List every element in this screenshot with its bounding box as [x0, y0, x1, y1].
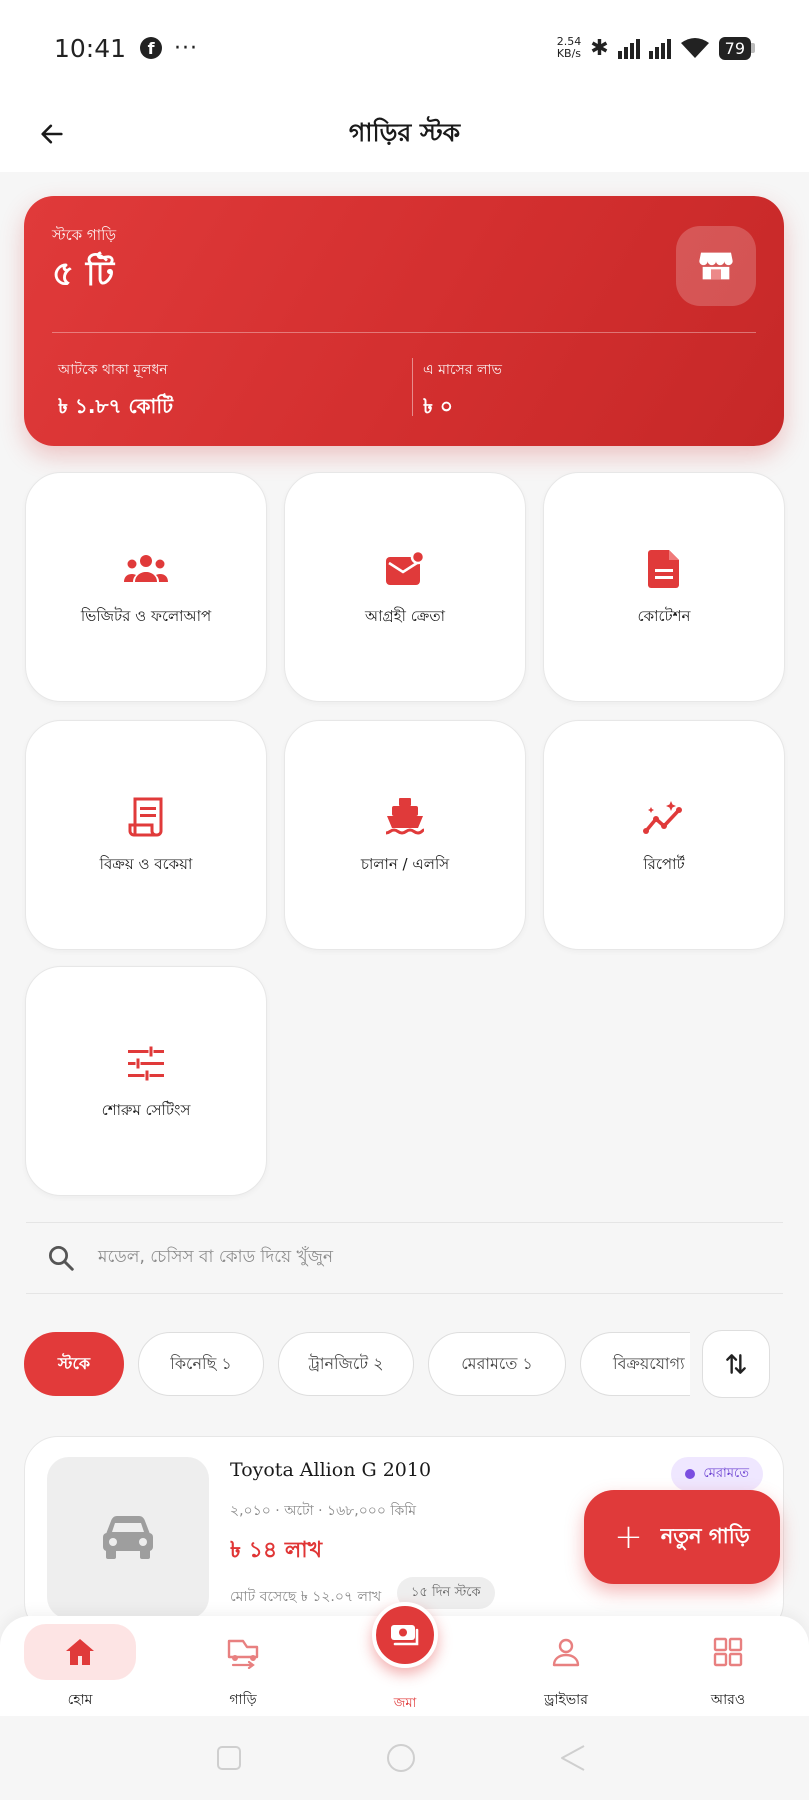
add-car-label: নতুন গাড়ি — [660, 1523, 750, 1548]
network-speed: 2.54 KB/s — [556, 35, 582, 60]
showroom-button[interactable] — [676, 226, 756, 306]
nav-cars-wrap — [187, 1624, 299, 1680]
tile-label: রিপোর্ট — [643, 854, 685, 873]
tile-sales-dues[interactable]: বিক্রয় ও বকেয়া — [25, 720, 267, 950]
store-icon — [699, 252, 733, 280]
tile-label: বিক্রয় ও বকেয়া — [99, 854, 193, 873]
car-meta: ২,০১০ · অটো · ১৬৮,০০০ কিমি — [230, 1503, 417, 1519]
filter-chip-purchased[interactable]: কিনেছি ১ — [138, 1332, 264, 1396]
car-icon — [103, 1516, 153, 1559]
status-bar: 10:41 f ··· 2.54 KB/s ✱ 79 — [0, 0, 809, 96]
page-title: গাড়ির স্টক — [348, 117, 461, 147]
back-system-icon[interactable] — [558, 1744, 588, 1772]
tile-label: আগ্রহী ক্রেতা — [365, 606, 445, 625]
tile-report[interactable]: রিপোর্ট — [543, 720, 785, 950]
grid-icon — [713, 1637, 743, 1667]
plus-icon: + — [614, 1517, 643, 1557]
stock-count: ৫ টি — [52, 254, 115, 294]
insights-icon — [640, 793, 688, 841]
sliders-icon — [122, 1039, 170, 1087]
car-title: Toyota Allion G 2010 — [230, 1459, 432, 1481]
profit-metric: এ মাসের লাভ ৳ ০ — [412, 358, 502, 418]
home-icon — [66, 1639, 94, 1665]
car-thumbnail — [47, 1457, 209, 1619]
search-input[interactable]: মডেল, চেসিস বা কোড দিয়ে খুঁজুন — [26, 1222, 783, 1294]
app-header: গাড়ির স্টক — [0, 96, 809, 172]
nav-item-more[interactable]: আরও — [648, 1624, 808, 1712]
nav-item-home[interactable]: হোম — [0, 1624, 160, 1712]
search-placeholder: মডেল, চেসিস বা কোড দিয়ে খুঁজুন — [98, 1247, 334, 1267]
tile-label: শোরুম সেটিংস — [101, 1100, 191, 1119]
tile-label: চালান / এলসি — [360, 854, 450, 873]
profit-value: ৳ ০ — [423, 394, 453, 418]
mail-badge-icon — [381, 545, 429, 593]
system-navigation-bar — [0, 1716, 809, 1800]
back-button[interactable] — [34, 116, 70, 152]
sort-icon — [726, 1354, 746, 1374]
nav-label-home: হোম — [67, 1692, 93, 1708]
battery-icon: 79 — [718, 36, 755, 60]
card-divider — [52, 332, 756, 333]
filter-chip-repair[interactable]: মেরামতে ১ — [428, 1332, 566, 1396]
more-notifications-icon: ··· — [174, 35, 199, 61]
nav-item-driver[interactable]: ড্রাইভার — [486, 1624, 646, 1712]
person-icon — [552, 1638, 580, 1667]
nav-more-wrap — [672, 1624, 784, 1680]
bluetooth-icon: ✱ — [590, 35, 609, 61]
recent-apps-icon[interactable] — [215, 1744, 243, 1772]
nav-driver-wrap — [510, 1624, 622, 1680]
nav-label-deposit: জমা — [393, 1696, 417, 1711]
filter-chip-sellable[interactable]: বিক্রয়যোগ্য — [580, 1332, 690, 1396]
capital-label: আটকে থাকা মূলধন — [58, 362, 168, 378]
capital-metric: আটকে থাকা মূলধন ৳ ১.৮৭ কোটি — [58, 358, 173, 425]
capital-value: ৳ ১.৮৭ কোটি — [58, 394, 173, 418]
filter-chip-transit[interactable]: ট্রানজিটে ২ — [278, 1332, 414, 1396]
ship-icon — [381, 793, 429, 841]
signal-icon-2 — [648, 37, 671, 59]
signal-icon — [617, 37, 640, 59]
filter-chip-in-stock[interactable]: স্টকে — [24, 1332, 124, 1396]
car-price: ৳ ১৪ লাখ — [230, 1538, 323, 1563]
status-badge: মেরামতে — [671, 1457, 763, 1491]
status-label: মেরামতে — [703, 1465, 749, 1481]
search-icon — [49, 1246, 74, 1271]
stock-summary-card: স্টকে গাড়ি ৫ টি আটকে থাকা মূলধন ৳ ১.৮৭ … — [24, 196, 784, 446]
document-icon — [640, 545, 688, 593]
arrow-left-icon — [41, 124, 63, 144]
car-transfer-icon — [227, 1639, 259, 1669]
receipt-icon — [122, 793, 170, 841]
tile-quotation[interactable]: কোটেশন — [543, 472, 785, 702]
tile-label: ভিজিটর ও ফলোআপ — [80, 606, 212, 625]
status-indicators: 2.54 KB/s ✱ 79 — [557, 36, 755, 61]
deposit-button[interactable] — [372, 1602, 438, 1668]
nav-label-driver: ড্রাইভার — [544, 1692, 588, 1708]
tile-label: কোটেশন — [637, 606, 691, 625]
status-dot — [685, 1469, 696, 1479]
tile-interested-buyers[interactable]: আগ্রহী ক্রেতা — [284, 472, 526, 702]
stock-label: স্টকে গাড়ি — [52, 226, 117, 244]
add-car-button[interactable]: + নতুন গাড়ি — [584, 1490, 780, 1584]
wifi-icon — [680, 38, 709, 58]
tile-visitors[interactable]: ভিজিটর ও ফলোআপ — [25, 472, 267, 702]
facebook-icon: f — [140, 37, 163, 59]
bottom-navigation: হোম গাড়ি জমা ড্রাইভার আরও — [0, 1602, 809, 1716]
nav-label-cars: গাড়ি — [229, 1692, 257, 1708]
cash-icon — [391, 1625, 419, 1646]
tile-shipment-lc[interactable]: চালান / এলসি — [284, 720, 526, 950]
users-icon — [122, 545, 170, 593]
car-total-cost: মোট বসেছে ৳ ১২.০৭ লাখ — [230, 1589, 382, 1605]
nav-home-highlight — [24, 1624, 136, 1680]
nav-label-more: আরও — [710, 1692, 746, 1708]
sort-button[interactable] — [702, 1330, 770, 1398]
tile-showroom-settings[interactable]: শোরুম সেটিংস — [25, 966, 267, 1196]
profit-label: এ মাসের লাভ — [423, 362, 502, 378]
home-system-icon[interactable] — [384, 1744, 418, 1778]
status-time: 10:41 — [54, 33, 127, 63]
nav-item-cars[interactable]: গাড়ি — [163, 1624, 323, 1712]
